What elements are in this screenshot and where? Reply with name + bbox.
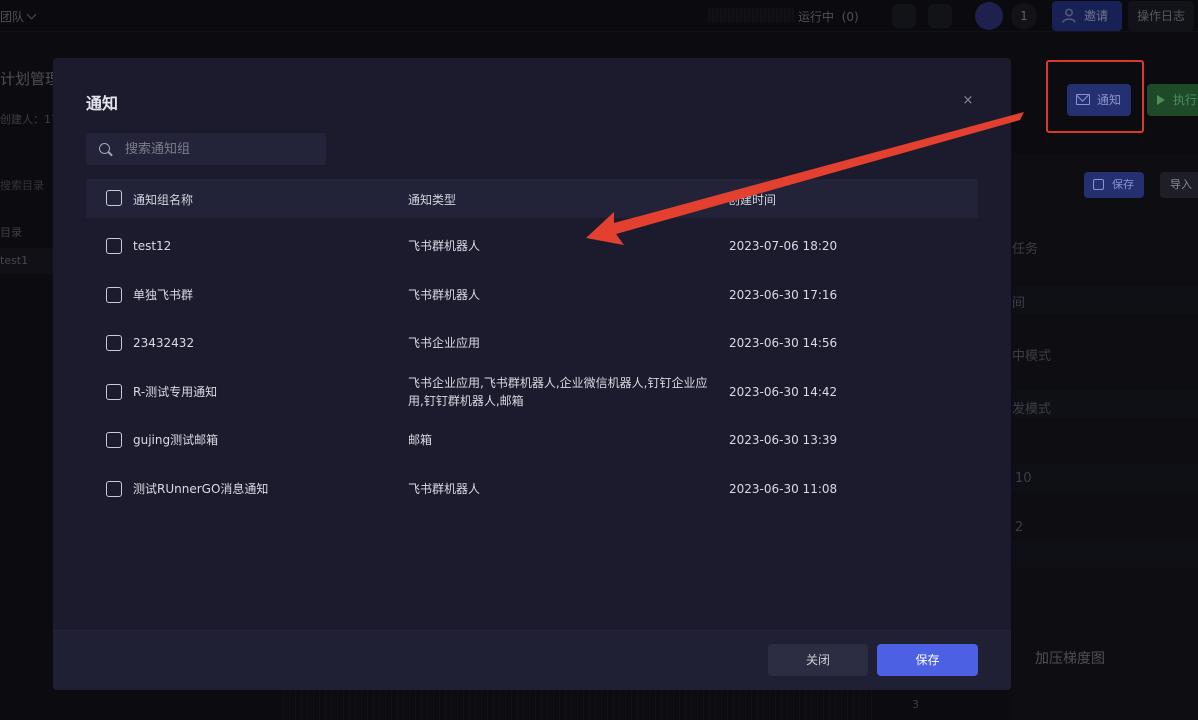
save-button[interactable]: 保存: [877, 644, 978, 676]
row-time: 2023-06-30 14:42: [729, 385, 838, 399]
row-checkbox[interactable]: [106, 238, 122, 254]
row-checkbox[interactable]: [106, 335, 122, 351]
close-icon[interactable]: ×: [961, 94, 975, 108]
row-name: 23432432: [133, 336, 195, 350]
select-all-checkbox[interactable]: [106, 190, 122, 206]
row-time: 2023-06-30 11:08: [729, 482, 838, 496]
row-time: 2023-06-30 13:39: [729, 433, 838, 447]
row-checkbox[interactable]: [106, 432, 122, 448]
row-name: 测试RUnnerGO消息通知: [133, 482, 269, 496]
row-checkbox[interactable]: [106, 384, 122, 400]
row-type: 飞书企业应用: [408, 336, 481, 350]
table-row[interactable]: test12 飞书群机器人 2023-07-06 18:20: [86, 222, 978, 270]
row-name: gujing测试邮箱: [133, 433, 219, 447]
row-type: 邮箱: [408, 433, 433, 447]
row-type: 飞书群机器人: [408, 239, 481, 253]
annotation-highlight-box: [1046, 60, 1144, 133]
save-plan-button[interactable]: 保存: [1084, 172, 1144, 198]
row-type: 飞书企业应用,飞书群机器人,企业微信机器人,钉钉企业应用,钉钉群机器人,邮箱: [408, 376, 708, 408]
column-header-name: 通知组名称: [133, 193, 194, 207]
row-name: R-测试专用通知: [133, 385, 218, 399]
dialog-footer: 关闭 保存: [53, 630, 1011, 690]
table-header: 通知组名称 通知类型 创建时间: [86, 179, 978, 218]
row-time: 2023-06-30 14:56: [729, 336, 838, 350]
execute-button[interactable]: 执行: [1147, 84, 1198, 116]
table-row[interactable]: 单独飞书群 飞书群机器人 2023-06-30 17:16: [86, 271, 978, 319]
search-box: [86, 133, 326, 165]
column-header-type: 通知类型: [408, 193, 457, 207]
table-row[interactable]: gujing测试邮箱 邮箱 2023-06-30 13:39: [86, 416, 978, 464]
save-icon: [1093, 179, 1104, 190]
row-checkbox[interactable]: [106, 481, 122, 497]
row-name: test12: [133, 239, 172, 253]
table-row[interactable]: 23432432 飞书企业应用 2023-06-30 14:56: [86, 319, 978, 367]
table-row[interactable]: R-测试专用通知 飞书企业应用,飞书群机器人,企业微信机器人,钉钉企业应用,钉钉…: [86, 368, 978, 416]
play-icon: [1157, 95, 1165, 105]
dialog-title: 通知: [86, 94, 119, 113]
row-type: 飞书群机器人: [408, 482, 481, 496]
search-input[interactable]: [125, 133, 321, 165]
row-time: 2023-07-06 18:20: [729, 239, 838, 253]
row-name: 单独飞书群: [133, 288, 194, 302]
row-time: 2023-06-30 17:16: [729, 288, 838, 302]
column-header-time: 创建时间: [728, 193, 777, 207]
row-checkbox[interactable]: [106, 287, 122, 303]
notification-dialog: 通知 × 通知组名称 通知类型 创建时间 test12 飞书群机器人 2023-…: [53, 58, 1011, 690]
import-button[interactable]: 导入: [1160, 172, 1198, 198]
table-row[interactable]: 测试RUnnerGO消息通知 飞书群机器人 2023-06-30 11:08: [86, 465, 978, 513]
close-button[interactable]: 关闭: [768, 644, 868, 676]
search-icon: [99, 143, 110, 154]
row-type: 飞书群机器人: [408, 288, 481, 302]
